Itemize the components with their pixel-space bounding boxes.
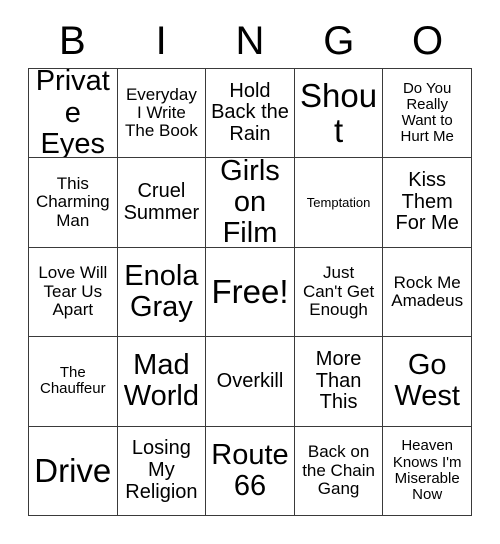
bingo-row-3: Love Will Tear Us Apart Enola Gray Free!… (29, 247, 472, 338)
bingo-cell-o3[interactable]: Rock Me Amadeus (383, 247, 472, 338)
bingo-row-5: Drive Losing My Religion Route 66 Back o… (29, 426, 472, 517)
bingo-cell-label: Route 66 (211, 438, 289, 502)
bingo-cell-label: Girls on Film (220, 158, 280, 248)
bingo-cell-n5[interactable]: Route 66 (206, 426, 295, 517)
bingo-cell-label: Losing My Religion (125, 437, 198, 503)
bingo-cell-i1[interactable]: Everyday I Write The Book (117, 69, 207, 159)
bingo-cell-label: Mad World (123, 349, 199, 413)
bingo-cell-i4[interactable]: Mad World (117, 337, 207, 427)
bingo-cell-label: Drive (34, 452, 112, 490)
bingo-cell-free-space[interactable]: Free! (206, 247, 295, 338)
bingo-cell-label: Love Will Tear Us Apart (38, 263, 108, 320)
bingo-cell-label: Kiss Them For Me (395, 169, 459, 235)
bingo-cell-label: Go West (394, 349, 460, 413)
bingo-cell-i5[interactable]: Losing My Religion (117, 426, 207, 517)
bingo-cell-o4[interactable]: Go West (383, 337, 472, 427)
bingo-cell-label: Overkill (216, 369, 284, 392)
bingo-cell-g2[interactable]: Temptation (294, 158, 384, 248)
bingo-cell-label: Enola Gray (124, 259, 199, 324)
bingo-cell-i2[interactable]: Cruel Summer (117, 158, 207, 248)
bingo-cell-label: This Charming Man (35, 174, 110, 230)
bingo-cell-label: Free! (211, 273, 289, 311)
bingo-header-letter-i: I (155, 19, 167, 63)
bingo-cell-b1[interactable]: Private Eyes (29, 69, 118, 159)
bingo-row-2: This Charming Man Cruel Summer Girls on … (29, 158, 472, 248)
bingo-cell-g5[interactable]: Back on the Chain Gang (294, 426, 384, 517)
bingo-cell-label: Back on the Chain Gang (302, 442, 375, 498)
bingo-cell-b3[interactable]: Love Will Tear Us Apart (29, 247, 118, 338)
bingo-cell-b2[interactable]: This Charming Man (29, 158, 118, 248)
bingo-row-4: The Chauffeur Mad World Overkill More Th… (29, 337, 472, 427)
bingo-cell-label: Heaven Knows I'm Miserable Now (392, 437, 462, 504)
bingo-cell-label: Everyday I Write The Book (125, 84, 198, 141)
bingo-cell-g4[interactable]: More Than This (294, 337, 384, 427)
bingo-cell-n1[interactable]: Hold Back the Rain (206, 69, 295, 159)
bingo-cell-b4[interactable]: The Chauffeur (29, 337, 118, 427)
bingo-cell-b5[interactable]: Drive (29, 426, 118, 517)
bingo-grid: Private Eyes Everyday I Write The Book H… (28, 68, 472, 517)
bingo-header-letter-g: G (323, 19, 355, 63)
bingo-header-row: B I N G O (28, 14, 472, 68)
bingo-card: B I N G O Private Eyes Everyday I Write … (0, 0, 500, 544)
bingo-cell-n4[interactable]: Overkill (206, 337, 295, 427)
bingo-cell-o1[interactable]: Do You Really Want to Hurt Me (383, 69, 472, 159)
bingo-cell-label: Cruel Summer (123, 180, 200, 224)
bingo-cell-n2[interactable]: Girls on Film (206, 158, 295, 248)
bingo-cell-i3[interactable]: Enola Gray (117, 247, 207, 338)
bingo-cell-label: Just Can't Get Enough (302, 263, 375, 320)
bingo-cell-label: Temptation (306, 194, 371, 210)
bingo-cell-label: More Than This (315, 348, 362, 414)
bingo-cell-g3[interactable]: Just Can't Get Enough (294, 247, 384, 338)
bingo-cell-label: Do You Really Want to Hurt Me (400, 79, 454, 146)
bingo-cell-label: Shout (300, 76, 378, 150)
bingo-cell-o5[interactable]: Heaven Knows I'm Miserable Now (383, 426, 472, 517)
bingo-cell-label: Private Eyes (35, 69, 110, 159)
bingo-cell-label: The Chauffeur (39, 364, 106, 398)
bingo-header-letter-o: O (412, 19, 444, 63)
bingo-header-letter-n: N (235, 19, 265, 63)
bingo-cell-g1[interactable]: Shout (294, 69, 384, 159)
bingo-cell-label: Rock Me Amadeus (391, 272, 464, 311)
bingo-cell-label: Hold Back the Rain (211, 79, 289, 145)
bingo-cell-o2[interactable]: Kiss Them For Me (383, 158, 472, 248)
bingo-row-1: Private Eyes Everyday I Write The Book H… (29, 69, 472, 159)
bingo-header-letter-b: B (59, 19, 86, 63)
